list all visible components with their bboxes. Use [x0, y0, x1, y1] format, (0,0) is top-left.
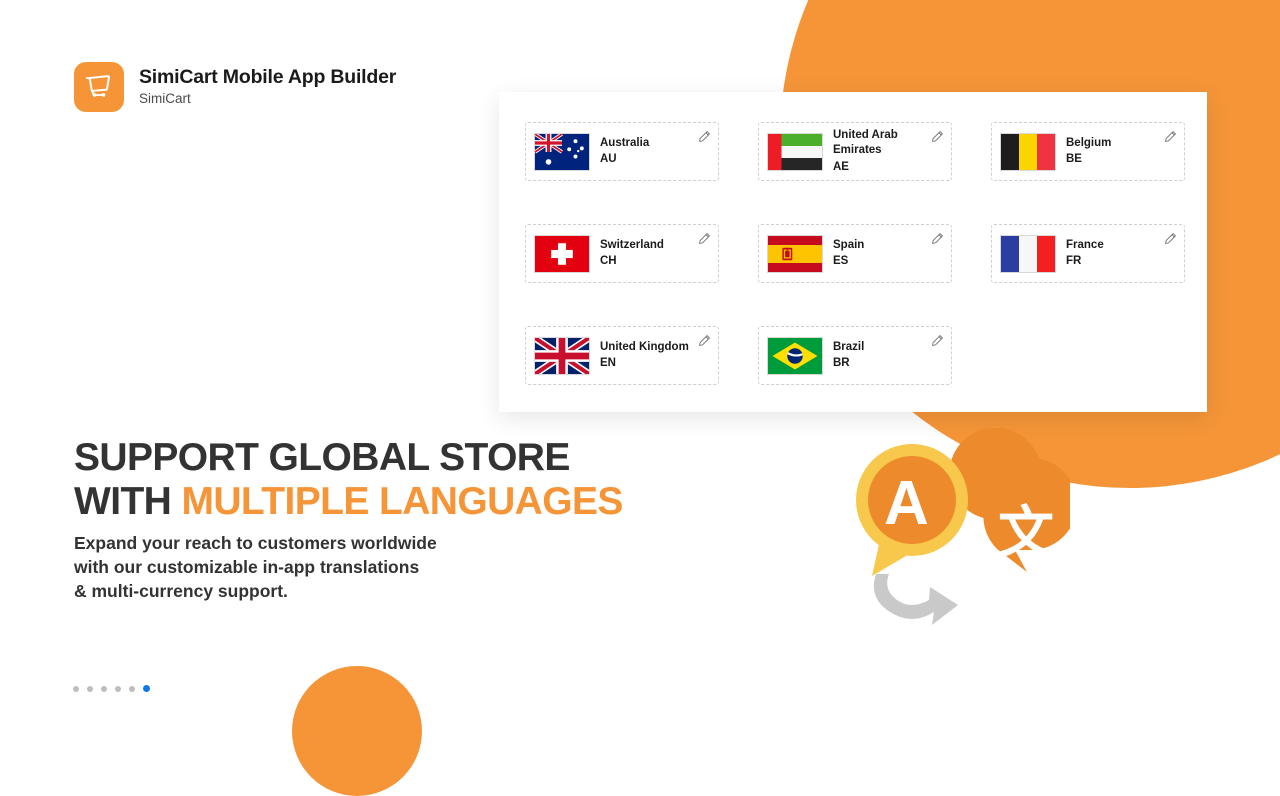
headline-line-1: SUPPORT GLOBAL STORE: [74, 436, 570, 479]
pencil-icon[interactable]: [1164, 130, 1177, 143]
brand-title: SimiCart Mobile App Builder: [139, 66, 397, 89]
country-card[interactable]: Australia AU: [525, 122, 719, 181]
pagination-dot[interactable]: [87, 685, 93, 692]
pagination-dot[interactable]: [73, 685, 79, 692]
country-code: ES: [833, 255, 849, 267]
flag-australia: [534, 132, 590, 171]
country-name: France: [1066, 238, 1104, 251]
country-name: Belgium: [1066, 136, 1112, 149]
brand-header: SimiCart Mobile App Builder SimiCart: [74, 62, 396, 112]
headline-line-2-accent: MULTIPLE LANGUAGES: [181, 480, 623, 523]
pencil-icon[interactable]: [698, 334, 711, 347]
country-card[interactable]: United Kingdom EN: [525, 326, 719, 385]
country-card[interactable]: Belgium BE: [991, 122, 1185, 181]
country-code: CH: [600, 255, 617, 267]
flag-uae: [767, 132, 823, 171]
country-name: Switzerland: [600, 238, 664, 251]
country-name: Spain: [833, 238, 865, 251]
simicart-logo: [74, 62, 124, 112]
translation-bubbles-illustration: 文 A: [840, 428, 1070, 628]
pencil-icon[interactable]: [698, 130, 711, 143]
country-card[interactable]: France FR: [991, 224, 1185, 283]
page-body-copy: Expand your reach to customers worldwide…: [74, 531, 504, 603]
page-headline: SUPPORT GLOBAL STORE WITH MULTIPLE LANGU…: [74, 438, 694, 521]
country-code: FR: [1066, 255, 1082, 267]
flag-united-kingdom: [534, 336, 590, 375]
shopping-cart-icon: [84, 70, 114, 105]
flag-switzerland: [534, 234, 590, 273]
country-card[interactable]: Brazil BR: [758, 326, 952, 385]
country-card[interactable]: Spain ES: [758, 224, 952, 283]
flag-spain: [767, 234, 823, 273]
country-code: AU: [600, 153, 617, 165]
background-circle-bottom: [292, 666, 422, 796]
country-code: BE: [1066, 153, 1082, 165]
pencil-icon[interactable]: [1164, 232, 1177, 245]
flag-brazil: [767, 336, 823, 375]
headline-line-2-plain: WITH: [74, 480, 182, 523]
country-card[interactable]: Switzerland CH: [525, 224, 719, 283]
body-line-3: & multi-currency support.: [74, 581, 288, 602]
pagination-dot-active[interactable]: [143, 685, 150, 692]
country-card-grid: Australia AU United Arab Emirates AE Belgi…: [525, 122, 1185, 385]
pagination-dot[interactable]: [129, 685, 135, 692]
svg-text:A: A: [884, 469, 929, 538]
body-line-2: with our customizable in-app translation…: [74, 557, 420, 578]
pencil-icon[interactable]: [931, 232, 944, 245]
pencil-icon[interactable]: [698, 232, 711, 245]
country-name: United Kingdom: [600, 340, 689, 353]
pagination-dot[interactable]: [101, 685, 107, 692]
country-name: Australia: [600, 136, 650, 149]
pagination-dots[interactable]: [73, 685, 150, 692]
flag-france: [1000, 234, 1056, 273]
country-code: EN: [600, 357, 616, 369]
country-list-panel: Australia AU United Arab Emirates AE Belgi…: [499, 92, 1207, 412]
flag-belgium: [1000, 132, 1056, 171]
country-code: AE: [833, 160, 849, 173]
country-code: BR: [833, 357, 850, 369]
country-name: United Arab Emirates: [833, 129, 898, 157]
body-line-1: Expand your reach to customers worldwide: [74, 533, 437, 553]
pencil-icon[interactable]: [931, 334, 944, 347]
pencil-icon[interactable]: [931, 130, 944, 143]
country-card[interactable]: United Arab Emirates AE: [758, 122, 952, 181]
country-name: Brazil: [833, 340, 865, 353]
brand-subtitle: SimiCart: [139, 90, 191, 106]
svg-text:文: 文: [998, 501, 1054, 566]
pagination-dot[interactable]: [115, 685, 121, 692]
